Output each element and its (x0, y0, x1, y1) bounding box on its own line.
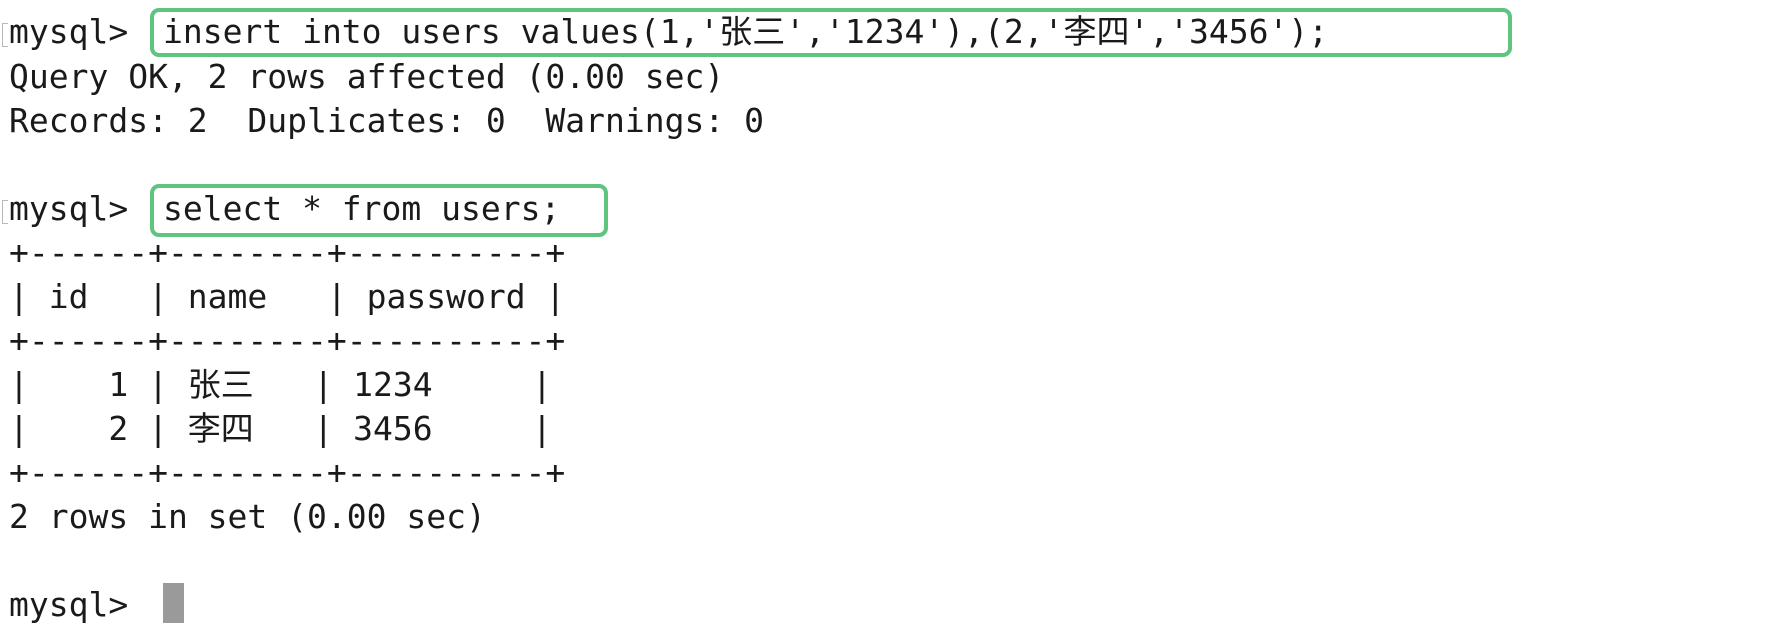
insert-result-line: Query OK, 2 rows affected (0.00 sec) (9, 57, 725, 96)
table-row: | 2 | 李四 | 3456 | (9, 409, 552, 448)
select-command: select * from users; (163, 189, 561, 228)
prompt-marker (2, 200, 8, 224)
prompt: mysql> (9, 585, 129, 624)
table-border-bottom: +------+--------+----------+ (9, 453, 566, 492)
insert-command: insert into users values(1,'张三','1234'),… (163, 12, 1329, 51)
table-border-top: +------+--------+----------+ (9, 233, 566, 272)
prompt: mysql> (9, 189, 129, 228)
table-border-mid: +------+--------+----------+ (9, 321, 566, 360)
insert-records-line: Records: 2 Duplicates: 0 Warnings: 0 (9, 101, 764, 140)
prompt: mysql> (9, 12, 129, 51)
terminal-window[interactable]: mysql> insert into users values(1,'张三','… (0, 0, 1770, 630)
prompt-marker (2, 23, 8, 47)
select-result-line: 2 rows in set (0.00 sec) (9, 497, 486, 536)
text-cursor[interactable] (163, 583, 184, 623)
table-header: | id | name | password | (9, 277, 566, 316)
table-row: | 1 | 张三 | 1234 | (9, 365, 552, 404)
